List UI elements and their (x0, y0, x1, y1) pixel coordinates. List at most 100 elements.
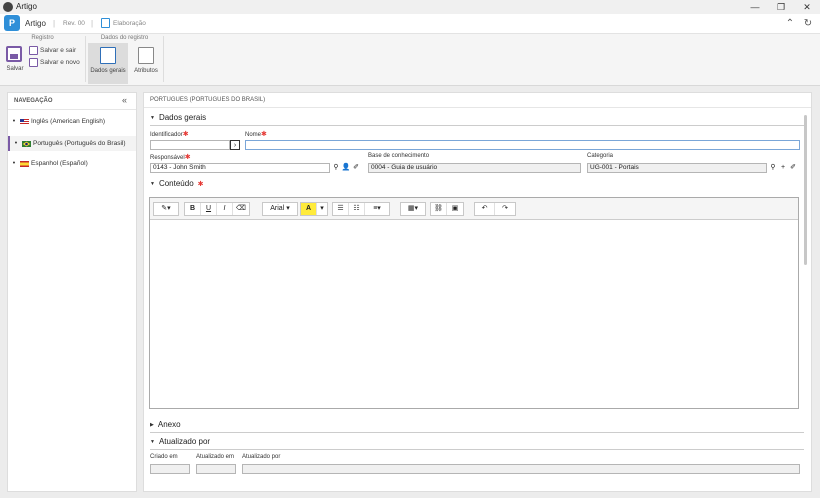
knowledge-base-field: 0004 - Guia de usuário (368, 163, 581, 173)
window-title: Artigo (16, 2, 37, 11)
toolbar-group: B U I ⌫ (184, 202, 250, 216)
stage-label: Elaboração (113, 20, 146, 27)
tab-general-data[interactable]: Dados gerais (88, 43, 128, 84)
underline-icon[interactable]: U (201, 203, 217, 215)
minimize-icon[interactable]: — (742, 0, 768, 14)
expand-arrow-icon: ▼ (150, 114, 155, 121)
ribbon-group-dados: Dados do registro (100, 35, 149, 41)
app-header: P Artigo | Rev. 00 | Elaboração ⌃ ↻ (0, 14, 820, 34)
expand-arrow-icon: ▶ (150, 421, 154, 428)
save-button[interactable]: Salvar (4, 46, 24, 76)
bold-icon[interactable]: B (185, 203, 201, 215)
user-icon[interactable]: 👤 (341, 163, 351, 173)
nav-item-label: Espanhol (Español) (31, 160, 88, 167)
italic-icon[interactable]: I (217, 203, 233, 215)
rich-text-editor[interactable]: ✎▾ B U I ⌫ Arial ▾ A ▾ ☰ ☷ ≡▾ ▦▾ ⛓ ▣ ↶ ↷ (149, 197, 799, 409)
vertical-scrollbar[interactable] (804, 115, 807, 265)
search-icon[interactable]: ⚲ (331, 163, 341, 173)
expand-arrow-icon: ▼ (150, 180, 155, 187)
toolbar-group: A ▾ (300, 202, 328, 216)
section-title: Conteúdo (158, 179, 194, 188)
tab-attributes[interactable]: Atributos (131, 43, 161, 84)
required-icon: ✱ (184, 154, 191, 161)
section-attachment[interactable]: ▶ Anexo (150, 420, 181, 429)
identifier-label-text: Identificador (150, 132, 183, 138)
font-family-select[interactable]: Arial ▾ (263, 203, 297, 215)
unordered-list-icon[interactable]: ☰ (333, 203, 349, 215)
editor-toolbar: ✎▾ B U I ⌫ Arial ▾ A ▾ ☰ ☷ ≡▾ ▦▾ ⛓ ▣ ↶ ↷ (150, 198, 798, 220)
general-data-label: Dados gerais (90, 68, 126, 74)
next-identifier-button[interactable]: › (230, 140, 240, 150)
spain-flag-icon (20, 160, 29, 167)
image-icon[interactable]: ▣ (447, 203, 463, 215)
ordered-list-icon[interactable]: ☷ (349, 203, 365, 215)
redo-icon[interactable]: ↷ (495, 203, 515, 215)
required-icon: ✱ (197, 180, 204, 188)
section-updated[interactable]: ▼ Atualizado por (150, 437, 210, 446)
nav-item-spanish[interactable]: • Espanhol (Español) (8, 156, 136, 171)
revision-label: Rev. 00 (63, 20, 85, 27)
nav-title: NAVEGAÇÃO (14, 98, 53, 104)
save-label: Salvar (6, 66, 24, 72)
identifier-label: Identificador✱ (150, 130, 189, 138)
save-and-new-button[interactable]: Salvar e novo (29, 57, 80, 68)
section-divider (150, 432, 804, 433)
ribbon-group-registro: Registro (31, 35, 54, 41)
add-icon[interactable]: + (778, 163, 788, 173)
collapse-up-icon[interactable]: ⌃ (783, 17, 797, 31)
responsible-field[interactable]: 0143 - John Smith (150, 163, 330, 173)
table-icon[interactable]: ▦▾ (401, 203, 425, 215)
required-icon: ✱ (261, 131, 267, 138)
identifier-input[interactable] (150, 140, 230, 150)
toolbar-group: ▦▾ (400, 202, 426, 216)
refresh-icon[interactable]: ↻ (801, 17, 815, 31)
header-divider: | (91, 19, 94, 28)
save-exit-label: Salvar e sair (40, 47, 77, 54)
search-icon[interactable]: ⚲ (768, 163, 778, 173)
ribbon: Registro Dados do registro Salvar Salvar… (0, 34, 820, 86)
section-content[interactable]: ▼ Conteúdo ✱ (150, 179, 204, 188)
clear-icon[interactable]: ✐ (351, 163, 361, 173)
responsible-label-text: Responsável (150, 155, 185, 161)
eraser-icon[interactable]: ⌫ (233, 203, 249, 215)
edit-document-icon (101, 18, 110, 28)
save-and-exit-button[interactable]: Salvar e sair (29, 45, 76, 56)
nav-divider (8, 109, 136, 110)
category-field[interactable]: UG-001 - Portais (587, 163, 767, 173)
clear-icon[interactable]: ✐ (788, 163, 798, 173)
nav-item-label: Inglês (American English) (31, 118, 106, 125)
save-new-label: Salvar e novo (40, 59, 80, 66)
nav-item-portuguese[interactable]: • Português (Português do Brasil) (8, 136, 136, 151)
toolbar-group: ☰ ☷ ≡▾ (332, 202, 390, 216)
navigation-panel: NAVEGAÇÃO « • Inglês (American English) … (7, 92, 137, 492)
link-icon[interactable]: ⛓ (431, 203, 447, 215)
name-input[interactable] (245, 140, 800, 150)
window-titlebar: Artigo — ❐ ✕ (0, 0, 820, 14)
expand-arrow-icon: ▼ (150, 438, 155, 445)
ribbon-divider (85, 36, 86, 82)
toolbar-group: ✎▾ (153, 202, 179, 216)
required-icon: ✱ (182, 131, 189, 138)
undo-icon[interactable]: ↶ (475, 203, 495, 215)
font-family-value: Arial (270, 205, 285, 212)
section-general-data[interactable]: ▼ Dados gerais (150, 113, 206, 122)
magic-wand-icon[interactable]: ✎▾ (154, 203, 178, 215)
nav-item-english[interactable]: • Inglês (American English) (8, 114, 136, 129)
created-on-field (150, 464, 190, 474)
toolbar-group: ⛓ ▣ (430, 202, 464, 216)
section-title: Atualizado por (158, 437, 211, 446)
bullet-icon: • (12, 118, 16, 125)
breadcrumb: PORTUGUES (PORTUGUES DO BRASIL) (150, 97, 266, 103)
ribbon-divider (163, 36, 164, 82)
close-icon[interactable]: ✕ (794, 0, 820, 14)
section-divider (150, 449, 804, 450)
toolbar-group: Arial ▾ (262, 202, 298, 216)
align-icon[interactable]: ≡▾ (365, 203, 389, 215)
collapse-left-icon[interactable]: « (122, 95, 127, 105)
app-name: Artigo (25, 19, 46, 28)
restore-icon[interactable]: ❐ (768, 0, 794, 14)
chevron-down-icon[interactable]: ▾ (317, 203, 327, 215)
text-color-icon[interactable]: A (301, 203, 317, 215)
category-label: Categoria (587, 153, 614, 159)
header-divider: | (53, 19, 56, 28)
